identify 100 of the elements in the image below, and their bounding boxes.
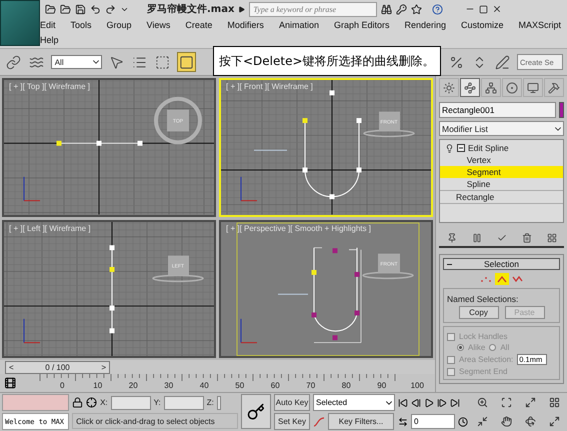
light-bulb-icon[interactable] [445,144,454,152]
menu-item[interactable]: Tools [70,18,92,33]
app-logo-icon[interactable] [0,0,40,46]
go-to-start-icon[interactable] [398,398,408,408]
grid-icon[interactable] [546,232,556,242]
check-icon[interactable] [496,232,506,242]
zoom-icon[interactable] [476,397,488,408]
segment-level-button[interactable] [494,273,508,285]
timeline-tick-label: 40 [198,381,210,390]
square-icon [178,54,194,70]
rollout-title: Selection [484,259,519,269]
collapse-icon[interactable] [457,144,465,152]
hammer-tab[interactable] [544,78,564,97]
menu-item[interactable]: Modifiers [227,18,264,33]
curve-tab[interactable] [460,78,480,97]
key-icon[interactable] [396,4,408,14]
go-to-end-icon[interactable] [450,398,460,408]
menu-item[interactable]: Edit [40,18,56,33]
radio-label: All [500,343,510,352]
instruction-tooltip: 按下<Delete>键将所选择的曲线删除。 [213,46,441,76]
vertex-dots-icon [480,275,492,283]
binoculars-icon[interactable] [381,4,392,14]
object-name-field[interactable]: Rectangle001 [439,102,556,118]
zoom-all-icon[interactable] [500,397,512,408]
monitor-icon [527,82,539,94]
view-cube-icon [362,253,414,279]
hammer-icon [548,82,560,94]
folder-icon[interactable] [60,4,71,14]
maximize-viewport-icon[interactable] [548,416,560,427]
checkbox[interactable] [447,368,455,376]
selection-filter-dropdown[interactable]: All [50,55,102,69]
key-mode-icon[interactable] [398,416,408,426]
time-slider-thumb[interactable]: < 0 / 100 > [5,360,110,374]
orbit-icon[interactable] [524,416,536,427]
coordinate-field[interactable] [216,396,221,410]
pan-icon[interactable] [500,416,512,427]
redo-icon[interactable] [105,4,116,14]
coordinate-field[interactable] [164,396,204,410]
time-configuration-icon[interactable] [458,416,468,426]
menu-item[interactable]: Views [146,18,170,33]
sub-object-item[interactable]: Spline [440,178,563,190]
modifier-stack-item[interactable]: Rectangle [440,191,563,203]
monitor-tab[interactable] [523,78,543,97]
set-key-button[interactable] [241,394,271,429]
maximize-icon[interactable] [479,4,488,14]
zoom-extents-all-icon[interactable] [548,397,560,408]
current-frame-field[interactable]: 0 [411,414,455,429]
axis-tripod-icon [24,318,40,343]
object-color-swatch[interactable] [559,102,564,118]
rollout-header[interactable]: Selection [443,258,560,270]
set-key-button[interactable]: Set Key [274,413,310,430]
next-frame-arrow[interactable]: > [101,362,106,372]
film-icon[interactable] [4,376,16,390]
menu-item[interactable]: Create [185,18,212,33]
close-icon[interactable] [492,4,502,14]
pin-icon[interactable] [446,232,456,242]
modifier-stack-item[interactable]: Edit Spline [440,142,563,154]
sun-tab[interactable] [439,78,459,97]
menu-item[interactable]: MAXScript [518,18,562,33]
star-icon[interactable] [411,4,422,14]
menu-item[interactable]: Graph Editors [334,18,390,33]
collapse-icon[interactable] [447,262,452,267]
coordinate-field[interactable] [110,396,151,410]
arrow-icon [238,6,246,12]
key-mode-dropdown[interactable]: Selected [313,394,395,411]
sub-object-item[interactable]: Segment [440,166,563,178]
folder-icon[interactable] [45,4,56,14]
search-field[interactable]: Type a keyword or phrase [249,2,378,16]
previous-frame-arrow[interactable]: < [9,362,14,372]
menu-item[interactable]: Group [106,18,132,33]
zoom-extents-icon[interactable] [524,397,536,408]
menu-item[interactable]: Animation [278,18,319,33]
play-icon[interactable] [424,398,434,408]
key-filters-button[interactable]: Key Filters... [328,413,394,430]
sub-object-item[interactable]: Vertex [440,154,563,166]
panel-button[interactable]: Copy [458,306,498,319]
checkbox[interactable] [447,356,455,364]
script-listener-field[interactable] [2,394,70,411]
modifier-list-dropdown[interactable]: Modifier List [439,121,564,136]
square-tool-button[interactable] [177,52,196,72]
save-icon[interactable] [75,4,86,14]
timeline-tick-label: 80 [340,381,352,390]
view-cube-icon [363,112,415,138]
next-frame-icon[interactable] [437,398,447,408]
help-icon[interactable] [432,4,444,14]
circle-tab[interactable] [502,78,522,97]
trash-icon[interactable] [522,232,532,242]
menu-item[interactable]: Help [40,33,59,48]
menu-item[interactable]: Rendering [404,18,446,33]
pause-icon[interactable] [472,232,482,242]
coordinate-label: X: [100,398,108,407]
undo-icon[interactable] [90,4,101,14]
field-of-view-icon[interactable] [476,416,488,427]
key-tangent-icon[interactable] [313,416,325,428]
lock-icon[interactable] [72,397,84,408]
hierarchy-tab[interactable] [481,78,501,97]
previous-frame-icon[interactable] [411,398,421,408]
crosshair-icon[interactable] [86,397,98,408]
auto-key-button[interactable]: Auto Key [274,394,310,411]
menu-item[interactable]: Customize [461,18,504,33]
